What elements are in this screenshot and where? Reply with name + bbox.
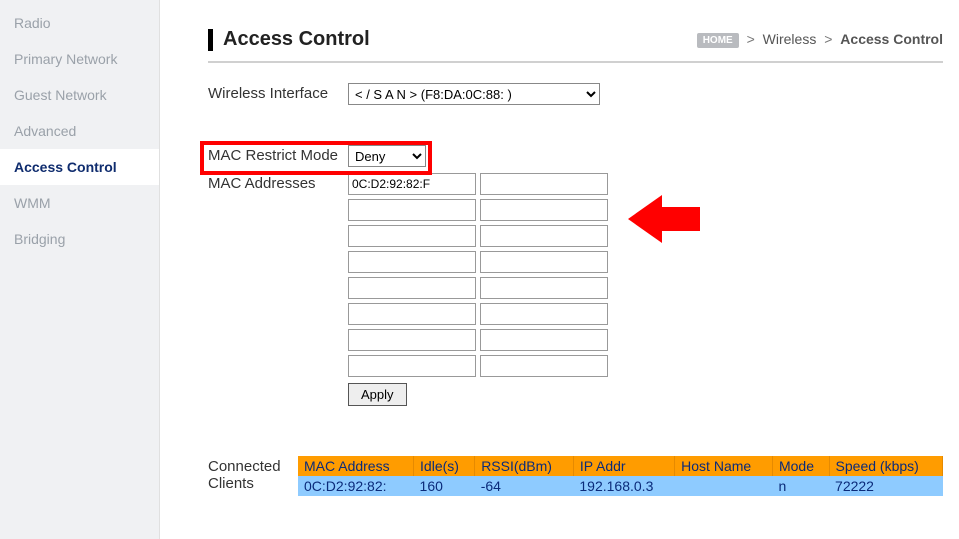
sidebar-item-advanced[interactable]: Advanced — [0, 113, 159, 149]
wireless-interface-select[interactable]: < / S A N > (F8:DA:0C:88: ) — [348, 83, 600, 105]
cell-host — [675, 476, 773, 496]
breadcrumb-sep1: > — [747, 31, 755, 47]
sidebar-item-access-control[interactable]: Access Control — [0, 149, 159, 185]
sidebar-item-wmm[interactable]: WMM — [0, 185, 159, 221]
col-idle: Idle(s) — [414, 456, 475, 476]
mac-input-15[interactable] — [480, 355, 608, 377]
sidebar-item-radio[interactable]: Radio — [0, 5, 159, 41]
breadcrumb-current: Access Control — [840, 31, 943, 47]
connected-clients-table: MAC Address Idle(s) RSSI(dBm) IP Addr Ho… — [298, 456, 943, 496]
table-row[interactable]: 0C:D2:92:82: 160 -64 192.168.0.3 n 72222 — [298, 476, 943, 496]
page-title: Access Control — [223, 28, 370, 51]
mac-address-grid — [348, 173, 608, 377]
mac-input-0[interactable] — [348, 173, 476, 195]
connected-clients-label: Connected Clients — [208, 456, 298, 492]
cell-idle: 160 — [414, 476, 475, 496]
sidebar: Radio Primary Network Guest Network Adva… — [0, 0, 160, 539]
col-mac: MAC Address — [298, 456, 414, 476]
cell-rssi: -64 — [475, 476, 574, 496]
col-mode: Mode — [772, 456, 829, 476]
mac-input-13[interactable] — [480, 329, 608, 351]
mac-input-8[interactable] — [348, 277, 476, 299]
mac-input-14[interactable] — [348, 355, 476, 377]
col-ip: IP Addr — [573, 456, 674, 476]
sidebar-item-primary-network[interactable]: Primary Network — [0, 41, 159, 77]
mac-restrict-mode-select[interactable]: Deny — [348, 145, 426, 167]
sidebar-item-bridging[interactable]: Bridging — [0, 221, 159, 257]
title-bar: Access Control HOME > Wireless > Access … — [208, 10, 943, 63]
col-speed: Speed (kbps) — [829, 456, 942, 476]
mode-label: MAC Restrict Mode — [208, 145, 348, 164]
addr-label: MAC Addresses — [208, 173, 348, 192]
mac-input-3[interactable] — [480, 199, 608, 221]
main-panel: Access Control HOME > Wireless > Access … — [160, 0, 959, 539]
iface-label: Wireless Interface — [208, 83, 348, 102]
breadcrumb-home[interactable]: HOME — [697, 33, 739, 48]
breadcrumb: HOME > Wireless > Access Control — [697, 31, 943, 48]
mac-input-1[interactable] — [480, 173, 608, 195]
mac-input-10[interactable] — [348, 303, 476, 325]
cell-speed: 72222 — [829, 476, 942, 496]
mac-input-6[interactable] — [348, 251, 476, 273]
title-accent — [208, 29, 213, 51]
col-host: Host Name — [675, 456, 773, 476]
mac-input-9[interactable] — [480, 277, 608, 299]
cell-mac: 0C:D2:92:82: — [298, 476, 414, 496]
col-rssi: RSSI(dBm) — [475, 456, 574, 476]
table-header-row: MAC Address Idle(s) RSSI(dBm) IP Addr Ho… — [298, 456, 943, 476]
mac-input-7[interactable] — [480, 251, 608, 273]
cell-mode: n — [772, 476, 829, 496]
mac-input-11[interactable] — [480, 303, 608, 325]
mac-input-2[interactable] — [348, 199, 476, 221]
breadcrumb-sep2: > — [824, 31, 832, 47]
mac-input-4[interactable] — [348, 225, 476, 247]
breadcrumb-mid[interactable]: Wireless — [763, 31, 817, 47]
mac-input-5[interactable] — [480, 225, 608, 247]
mac-input-12[interactable] — [348, 329, 476, 351]
cell-ip: 192.168.0.3 — [573, 476, 674, 496]
sidebar-item-guest-network[interactable]: Guest Network — [0, 77, 159, 113]
apply-button[interactable]: Apply — [348, 383, 407, 406]
